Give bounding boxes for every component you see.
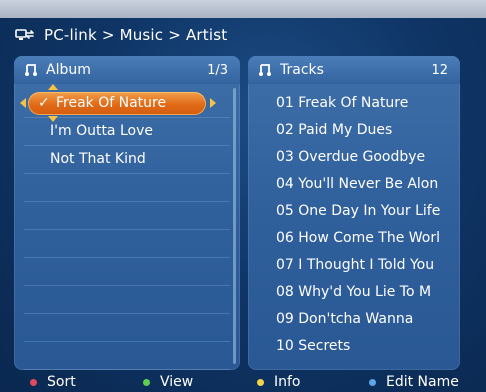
tracks-panel: Tracks 12 01 Freak Of Nature 02 Paid My …	[248, 56, 460, 370]
track-label: 08 Why'd You Lie To M	[276, 284, 432, 300]
album-item-selected[interactable]: ✓ Freak Of Nature	[20, 84, 230, 122]
arrow-left-icon[interactable]	[20, 98, 26, 108]
album-empty-row	[24, 314, 230, 342]
music-note-icon	[25, 64, 37, 76]
track-item[interactable]: 02 Paid My Dues	[248, 117, 460, 144]
view-label: View	[160, 374, 194, 390]
yellow-key-icon	[257, 378, 264, 386]
album-page-indicator: 1/3	[207, 62, 228, 78]
track-item[interactable]: 03 Overdue Goodbye	[248, 144, 460, 171]
album-empty-row	[24, 230, 230, 258]
track-item[interactable]: 08 Why'd You Lie To M	[248, 279, 460, 306]
music-note-icon	[259, 64, 271, 76]
album-item[interactable]: Not That Kind	[24, 146, 230, 174]
track-item[interactable]: 04 You'll Never Be Alon	[248, 171, 460, 198]
album-empty-row	[24, 258, 230, 286]
blue-key-icon	[369, 378, 376, 386]
track-label: 05 One Day In Your Life	[276, 203, 441, 219]
view-button[interactable]: View	[143, 372, 193, 392]
album-panel-header: Album 1/3	[14, 56, 240, 84]
tracks-panel-header: Tracks 12	[248, 56, 460, 84]
arrow-up-icon[interactable]	[48, 84, 58, 90]
album-empty-row	[24, 286, 230, 314]
track-item[interactable]: 06 How Come The Worl	[248, 225, 460, 252]
tracks-panel-title: Tracks	[280, 62, 324, 78]
track-label: 01 Freak Of Nature	[276, 95, 409, 111]
track-item[interactable]: 07 I Thought I Told You	[248, 252, 460, 279]
track-label: 03 Overdue Goodbye	[276, 149, 426, 165]
album-empty-row	[24, 202, 230, 230]
album-empty-row	[24, 342, 230, 370]
info-label: Info	[274, 374, 301, 390]
track-label: 10 Secrets	[276, 338, 351, 354]
track-label: 04 You'll Never Be Alon	[276, 176, 439, 192]
green-key-icon	[143, 378, 150, 386]
checkmark-icon: ✓	[38, 95, 50, 111]
track-label: 09 Don'tcha Wanna	[276, 311, 414, 327]
sort-button[interactable]: Sort	[30, 372, 76, 392]
pc-link-icon	[15, 29, 34, 40]
red-key-icon	[30, 378, 37, 386]
top-status-bar	[0, 0, 486, 18]
album-list: ✓ Freak Of Nature I'm Outta Love Not Tha…	[14, 84, 240, 370]
album-empty-row	[24, 174, 230, 202]
breadcrumb: PC-link > Music > Artist	[14, 24, 227, 46]
album-item-label: Freak Of Nature	[56, 95, 167, 111]
edit-name-label: Edit Name	[386, 374, 459, 390]
sort-label: Sort	[47, 374, 76, 390]
album-item[interactable]: I'm Outta Love	[24, 118, 230, 146]
track-item[interactable]: 10 Secrets	[248, 333, 460, 360]
arrow-right-icon[interactable]	[210, 98, 216, 108]
album-panel: Album 1/3 ✓ Freak Of Nature I'm Outta Lo…	[14, 56, 240, 370]
album-item-label: I'm Outta Love	[50, 123, 153, 139]
track-label: 07 I Thought I Told You	[276, 257, 435, 273]
album-scrollbar[interactable]	[233, 88, 236, 364]
track-label: 02 Paid My Dues	[276, 122, 393, 138]
track-item[interactable]: 09 Don'tcha Wanna	[248, 306, 460, 333]
edit-name-button[interactable]: Edit Name	[369, 372, 459, 392]
tracks-count: 12	[431, 62, 448, 78]
footer-actions: Sort View Info Edit Name	[0, 372, 486, 392]
tracks-list: 01 Freak Of Nature 02 Paid My Dues 03 Ov…	[248, 90, 460, 360]
track-item[interactable]: 01 Freak Of Nature	[248, 90, 460, 117]
track-label: 06 How Come The Worl	[276, 230, 441, 246]
album-item-label: Not That Kind	[50, 151, 146, 167]
breadcrumb-text[interactable]: PC-link > Music > Artist	[44, 26, 227, 44]
album-panel-title: Album	[46, 62, 91, 78]
info-button[interactable]: Info	[257, 372, 301, 392]
track-item[interactable]: 05 One Day In Your Life	[248, 198, 460, 225]
